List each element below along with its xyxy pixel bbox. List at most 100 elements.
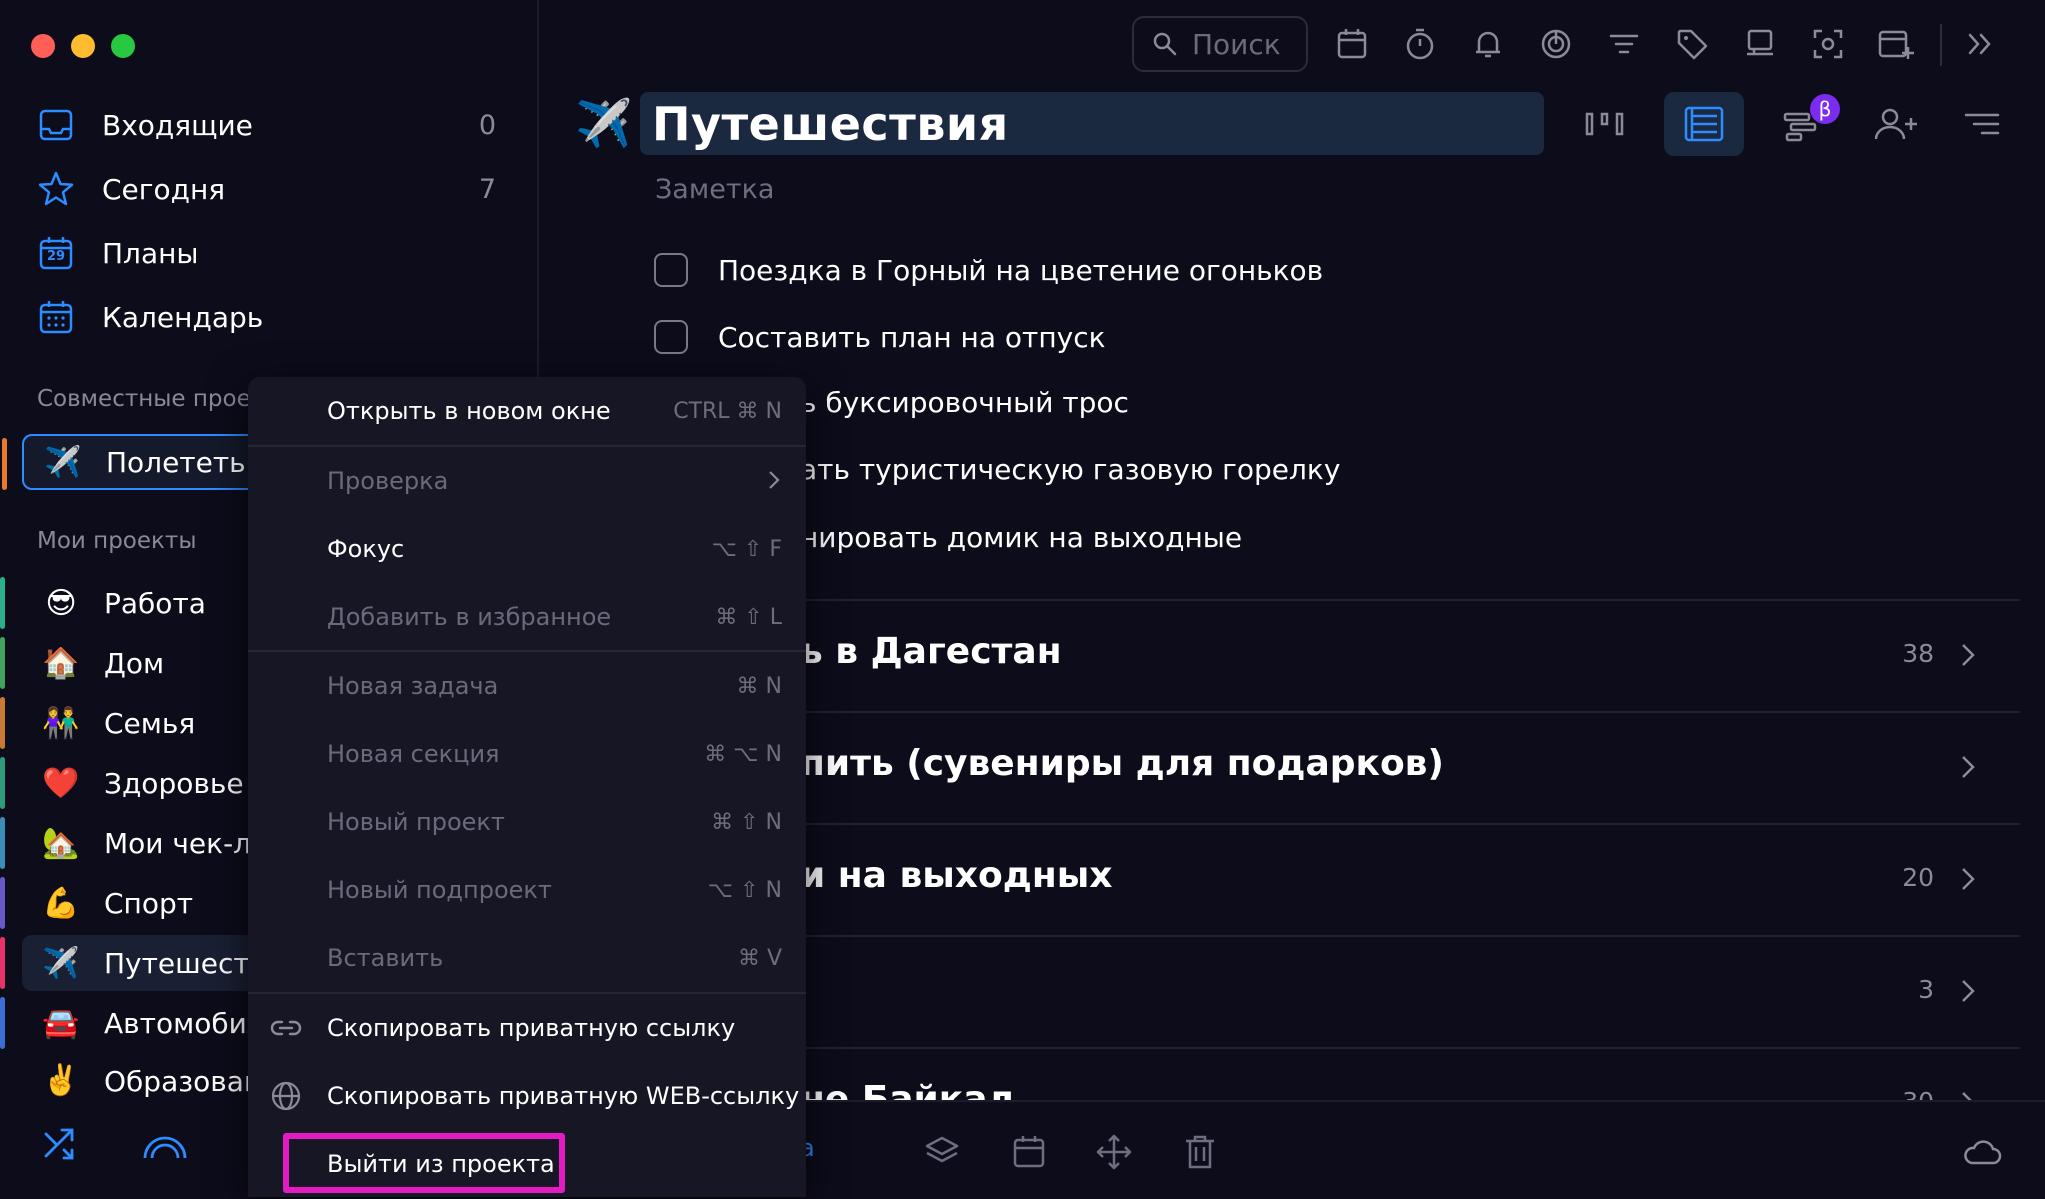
project-label: Полететь в bbox=[106, 445, 272, 479]
project-color-bar bbox=[0, 997, 5, 1049]
menu-item-label: Скопировать приватную WEB-ссылку bbox=[327, 1082, 800, 1110]
project-label: Здоровье bbox=[104, 766, 244, 800]
project-color-bar bbox=[0, 577, 5, 629]
menu-item-new-task[interactable]: Новая задача ⌘ N bbox=[248, 653, 806, 719]
menu-item-new-section[interactable]: Новая секция ⌘ ⌥ N bbox=[248, 721, 806, 787]
layers-icon[interactable] bbox=[918, 1128, 966, 1176]
menu-item-new-subproject[interactable]: Новый подпроект ⌥ ⇧ N bbox=[248, 857, 806, 923]
menu-item-label: Добавить в избранное bbox=[327, 603, 612, 631]
sunglasses-emoji-icon: 😎 bbox=[45, 585, 77, 621]
sidebar-item-calendar[interactable]: Календарь bbox=[36, 289, 506, 345]
search-placeholder: Поиск bbox=[1192, 27, 1281, 61]
project-emoji-icon: ✈️ bbox=[575, 96, 633, 150]
calendar-icon[interactable] bbox=[1005, 1128, 1053, 1176]
menu-item-add-favorite[interactable]: Добавить в избранное ⌘ ⇧ L bbox=[248, 584, 806, 650]
sidebar-item-label: Календарь bbox=[102, 300, 264, 334]
sidebar-item-label: Входящие bbox=[102, 108, 253, 142]
sidebar-item-label: Планы bbox=[102, 236, 199, 270]
list-view-icon[interactable] bbox=[1664, 92, 1744, 156]
project-color-bar bbox=[2, 438, 7, 490]
menu-item-copy-private-link[interactable]: Скопировать приватную ссылку bbox=[248, 995, 806, 1061]
cloud-icon[interactable] bbox=[1958, 1128, 2006, 1176]
project-color-bar bbox=[0, 637, 5, 689]
toolbar-divider bbox=[1940, 24, 1942, 66]
menu-item-label: Вставить bbox=[327, 944, 444, 972]
sidebar-item-today[interactable]: Сегодня 7 bbox=[36, 161, 506, 217]
sort-icon[interactable] bbox=[1942, 92, 2022, 156]
project-title-input[interactable]: Путешествия bbox=[640, 92, 1544, 155]
expand-icon[interactable] bbox=[1956, 20, 2004, 68]
task-text: Поездка в Горный на цветение огоньков bbox=[718, 253, 1324, 287]
car-emoji-icon: 🚘 bbox=[42, 1005, 80, 1041]
screenshot-icon[interactable] bbox=[1804, 20, 1852, 68]
globe-icon bbox=[268, 1078, 304, 1114]
task-text[interactable]: ь буксировочный трос bbox=[800, 386, 1129, 419]
chevron-right-icon bbox=[1956, 747, 1980, 787]
heart-emoji-icon: ❤️ bbox=[42, 765, 80, 801]
chevron-right-icon bbox=[1956, 971, 1980, 1011]
menu-item-focus[interactable]: Фокус ⌥ ⇧ F bbox=[248, 516, 806, 582]
star-icon bbox=[36, 169, 76, 209]
signal-icon[interactable] bbox=[140, 1120, 190, 1170]
menu-item-label: Новый подпроект bbox=[327, 876, 552, 904]
sidebar-item-count: 7 bbox=[478, 173, 496, 205]
menu-item-label: Проверка bbox=[327, 467, 449, 495]
section-title: ь в Дагестан bbox=[800, 631, 1062, 672]
project-color-bar bbox=[0, 757, 5, 809]
section-title: и на выходных bbox=[800, 855, 1113, 896]
note-placeholder[interactable]: Заметка bbox=[655, 174, 774, 205]
calendar-day-number: 29 bbox=[47, 249, 66, 264]
menu-item-shortcut: ⌥ ⇧ N bbox=[707, 877, 782, 903]
menu-item-label: Новый проект bbox=[327, 808, 505, 836]
board-view-icon[interactable] bbox=[1565, 92, 1645, 156]
task-text[interactable]: нировать домик на выходные bbox=[800, 521, 1242, 554]
menu-item-paste[interactable]: Вставить ⌘ V bbox=[248, 925, 806, 991]
flexed-biceps-emoji-icon: 💪 bbox=[42, 885, 80, 921]
focus-icon[interactable] bbox=[1532, 20, 1580, 68]
section-row[interactable]: и на выходных 20 bbox=[600, 823, 2020, 935]
move-icon[interactable] bbox=[1090, 1128, 1138, 1176]
project-label: Семья bbox=[104, 706, 196, 740]
add-window-icon[interactable] bbox=[1872, 20, 1920, 68]
project-label: Автомобил bbox=[104, 1006, 265, 1040]
task-text[interactable]: ать туристическую газовую горелку bbox=[800, 453, 1340, 486]
menu-item-shortcut: CTRL ⌘ N bbox=[673, 398, 782, 424]
section-title: пить (сувениры для подарков) bbox=[800, 743, 1444, 784]
airplane-icon: ✈️ bbox=[44, 444, 82, 480]
menu-item-label: Новая секция bbox=[327, 740, 500, 768]
window-zoom-button[interactable] bbox=[111, 34, 135, 58]
task-row[interactable]: Поездка в Горный на цветение огоньков bbox=[654, 245, 1323, 295]
bell-icon[interactable] bbox=[1464, 20, 1512, 68]
task-checkbox[interactable] bbox=[654, 253, 688, 287]
calendar-icon[interactable] bbox=[1328, 20, 1376, 68]
search-input[interactable]: Поиск bbox=[1132, 16, 1308, 72]
menu-item-copy-private-web-link[interactable]: Скопировать приватную WEB-ссылку bbox=[248, 1063, 806, 1129]
window-close-button[interactable] bbox=[31, 34, 55, 58]
section-row[interactable]: 3 bbox=[600, 935, 2020, 1047]
filter-icon[interactable] bbox=[1600, 20, 1648, 68]
section-row[interactable]: ь в Дагестан 38 bbox=[600, 599, 2020, 711]
coffee-icon[interactable] bbox=[1736, 20, 1784, 68]
menu-item-review[interactable]: Проверка bbox=[248, 448, 806, 514]
section-row[interactable]: пить (сувениры для подарков) bbox=[600, 711, 2020, 823]
project-label: Путешеств bbox=[104, 946, 267, 980]
sidebar-item-inbox[interactable]: Входящие 0 bbox=[36, 97, 506, 153]
menu-item-shortcut: ⌘ ⇧ N bbox=[711, 809, 782, 835]
project-label: Спорт bbox=[104, 886, 194, 920]
tag-icon[interactable] bbox=[1668, 20, 1716, 68]
trash-icon[interactable] bbox=[1176, 1128, 1224, 1176]
gantt-view-icon[interactable]: β bbox=[1764, 92, 1844, 156]
menu-item-open-new-window[interactable]: Открыть в новом окне CTRL ⌘ N bbox=[248, 378, 806, 444]
window-minimize-button[interactable] bbox=[71, 34, 95, 58]
menu-item-new-project[interactable]: Новый проект ⌘ ⇧ N bbox=[248, 789, 806, 855]
task-row[interactable]: Составить план на отпуск bbox=[654, 312, 1106, 362]
shuffle-icon[interactable] bbox=[36, 1120, 86, 1170]
chevron-right-icon bbox=[1956, 859, 1980, 899]
chevron-right-icon bbox=[1956, 635, 1980, 675]
sidebar-item-plans[interactable]: 29 Планы bbox=[36, 225, 506, 281]
task-checkbox[interactable] bbox=[654, 320, 688, 354]
project-label: Образован bbox=[104, 1065, 263, 1097]
timer-icon[interactable] bbox=[1396, 20, 1444, 68]
menu-item-label: Скопировать приватную ссылку bbox=[327, 1014, 736, 1042]
add-member-icon[interactable] bbox=[1856, 92, 1936, 156]
